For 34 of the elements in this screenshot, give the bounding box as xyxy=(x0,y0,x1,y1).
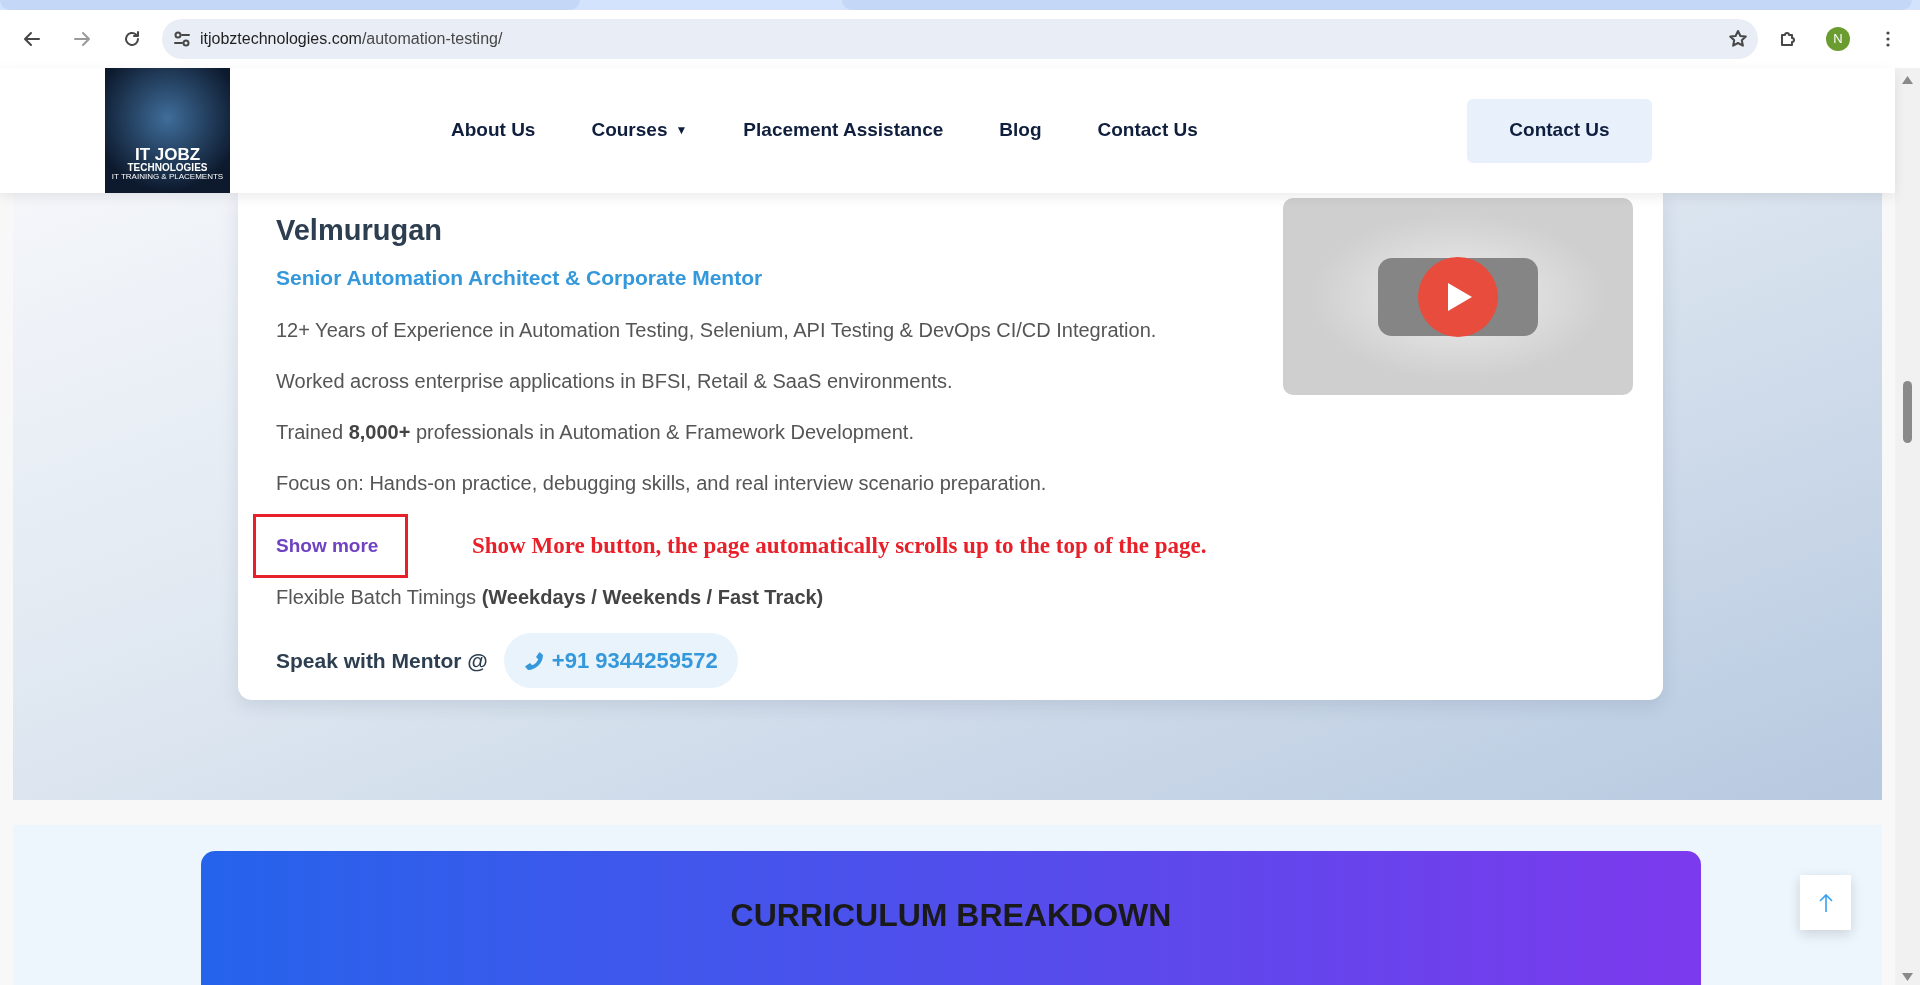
forward-icon[interactable] xyxy=(72,29,92,49)
mentor-name: Velmurugan xyxy=(276,213,443,248)
scroll-down-icon[interactable] xyxy=(1902,973,1913,981)
section-heading: CURRICULUM BREAKDOWN xyxy=(730,896,1172,935)
contact-button[interactable]: Contact Us xyxy=(1467,98,1652,163)
reload-icon[interactable] xyxy=(122,29,142,49)
address-bar[interactable]: itjobztechnologies.com/automation-testing/ xyxy=(162,19,1758,59)
scroll-up-icon[interactable] xyxy=(1902,76,1913,84)
mentor-detail: Worked across enterprise applications in BFSI, Retail & SaaS environments. xyxy=(276,369,954,395)
phone-icon xyxy=(523,650,544,671)
annotation-text: Show More button, the page automatically scrolls up to the top of the page. xyxy=(472,532,1207,561)
play-icon[interactable] xyxy=(1378,256,1538,337)
star-icon[interactable] xyxy=(1728,29,1748,49)
back-icon[interactable] xyxy=(22,29,42,49)
mentor-detail: Focus on: Hands-on practice, debugging skills, and real interview scenario preparation. xyxy=(276,471,1048,497)
show-more-link[interactable]: Show more xyxy=(276,532,379,561)
mentor-detail: Trained 8,000+ professionals in Automation & Framework Development. xyxy=(276,420,915,446)
nav-link[interactable]: Placement Assistance xyxy=(743,116,944,145)
mentor-title: Senior Automation Architect & Corporate Mentor xyxy=(276,264,764,291)
nav-link[interactable]: Contact Us xyxy=(1097,116,1198,145)
url-text: itjobztechnologies.com/automation-testing/ xyxy=(200,29,503,49)
caret-icon: ▼ xyxy=(675,123,688,138)
up-arrow-icon xyxy=(1817,892,1834,913)
mentor-detail: 12+ Years of Experience in Automation Testing, Selenium, API Testing & DevOps CI/CD Integration. xyxy=(276,318,1158,344)
nav-link[interactable]: About Us xyxy=(451,116,536,145)
batch-timings: Flexible Batch Timings (Weekdays / Weekends / Fast Track) xyxy=(276,585,825,611)
logo[interactable]: IT JOBZ TECHNOLOGIES IT TRAINING & PLACEMENTS xyxy=(105,68,230,193)
scrollbar-thumb[interactable] xyxy=(1903,381,1912,443)
nav-link[interactable]: Blog xyxy=(999,116,1042,145)
video-thumbnail[interactable] xyxy=(1283,198,1633,395)
puzzle-icon[interactable] xyxy=(1778,29,1798,49)
site-settings-icon[interactable] xyxy=(172,29,192,49)
speak-label: Speak with Mentor @ xyxy=(276,648,488,675)
scroll-to-top-button[interactable] xyxy=(1800,875,1851,930)
